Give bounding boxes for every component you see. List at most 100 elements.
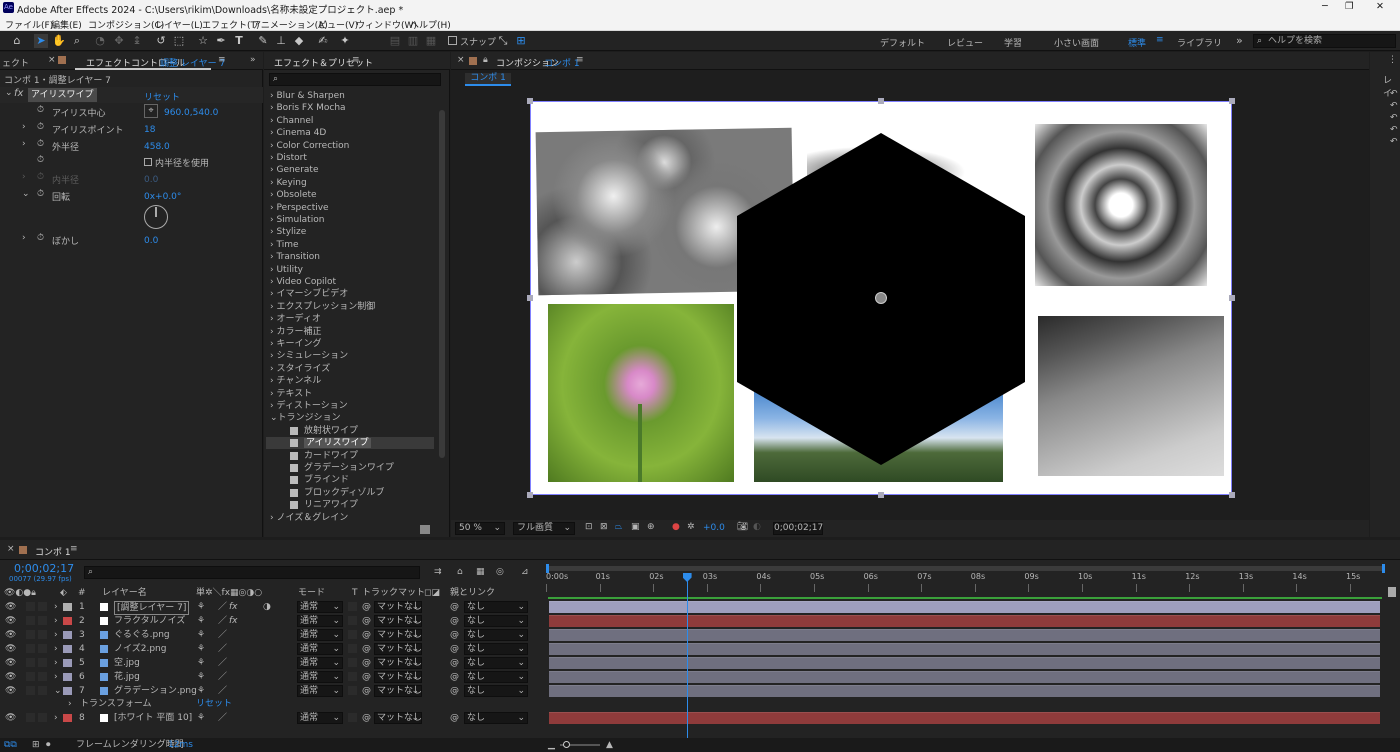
close-button[interactable]: ✕: [1376, 1, 1384, 12]
prop-value[interactable]: 458.0: [144, 142, 170, 152]
stopwatch-icon[interactable]: ⏱: [37, 139, 44, 149]
menu-composition[interactable]: コンポジション(C): [88, 18, 164, 31]
shy-switch-icon[interactable]: ⚘: [197, 670, 205, 684]
lock-box[interactable]: [38, 616, 47, 625]
layer-track-bar[interactable]: [549, 657, 1380, 669]
track-matte-dropdown[interactable]: マットなし ⌄: [374, 629, 422, 641]
effects-search-input[interactable]: ⌕: [269, 73, 441, 86]
track-matte-dropdown[interactable]: マットなし ⌄: [374, 615, 422, 627]
matte-pickwhip-icon[interactable]: @: [362, 656, 371, 670]
preserve-transparency-box[interactable]: [348, 686, 357, 695]
layer-row[interactable]: 👁︎ › 4 ノイズ2.png ⚘ ／通常 ⌄ @ マットなし ⌄ @ なし ⌄: [0, 642, 546, 656]
matte-pickwhip-icon[interactable]: @: [362, 628, 371, 642]
effect-category-open[interactable]: ⌄トランジション: [270, 412, 341, 424]
handle-br[interactable]: [1229, 492, 1235, 498]
lock-box[interactable]: [38, 713, 47, 722]
prop-value[interactable]: 960.0,540.0: [164, 108, 218, 118]
expand-arrow-icon[interactable]: ›: [54, 628, 58, 642]
parent-dropdown[interactable]: なし ⌄: [464, 671, 528, 683]
frame-blending-icon[interactable]: ▦: [476, 567, 485, 577]
stopwatch-icon[interactable]: ⏱: [37, 189, 44, 199]
effect-category[interactable]: › スタイライズ: [270, 363, 330, 375]
effect-category[interactable]: › イマーシブビデオ: [270, 288, 348, 300]
effect-category[interactable]: › Video Copilot: [270, 276, 336, 288]
shape-tool-icon[interactable]: ☆: [196, 34, 210, 48]
selection-tool-icon[interactable]: ➤: [34, 34, 48, 48]
handle-tl[interactable]: [527, 98, 533, 104]
layer-search-input[interactable]: ⌕: [84, 566, 420, 579]
track-matte-dropdown[interactable]: マットなし ⌄: [374, 671, 422, 683]
track-matte-dropdown[interactable]: マットなし ⌄: [374, 643, 422, 655]
layer-track-bar[interactable]: [549, 643, 1380, 655]
layer-track-bar[interactable]: [549, 712, 1380, 724]
prop-value[interactable]: 0.0: [144, 236, 158, 246]
expand-arrow-icon[interactable]: ›: [54, 670, 58, 684]
zoom-tool-icon[interactable]: ⌕: [70, 34, 84, 48]
column-layer-name[interactable]: レイヤー名: [102, 586, 147, 600]
mode-dropdown[interactable]: 通常 ⌄: [297, 671, 343, 683]
work-area-bar[interactable]: [546, 566, 1384, 571]
effect-category[interactable]: › ディストーション: [270, 400, 348, 412]
mode-dropdown[interactable]: 通常 ⌄: [297, 601, 343, 613]
panel-menu-icon[interactable]: ⋮: [1388, 55, 1397, 65]
color-channel-icon[interactable]: ●: [672, 522, 680, 532]
parent-dropdown[interactable]: なし ⌄: [464, 712, 528, 724]
text-tool-icon[interactable]: T: [232, 34, 246, 48]
dolly-tool-icon[interactable]: ↨: [130, 34, 144, 48]
matte-pickwhip-icon[interactable]: @: [362, 684, 371, 698]
panel-menu-icon[interactable]: ≡: [352, 55, 360, 65]
mask-visibility-icon[interactable]: ⏢: [615, 522, 622, 532]
transition-effect-item[interactable]: ブラインド: [266, 474, 434, 486]
eye-icon[interactable]: 👁︎: [5, 711, 16, 725]
swirl-image[interactable]: [1035, 124, 1207, 286]
exposure-value[interactable]: +0.0: [703, 523, 725, 533]
layer-row[interactable]: 👁︎ › 8 [ホワイト 平面 10] ⚘ ／通常 ⌄ @ マットなし ⌄ @ なし ⌄: [0, 711, 546, 725]
solo-box[interactable]: [26, 713, 35, 722]
expand-arrow-icon[interactable]: ›: [22, 139, 26, 149]
parent-dropdown[interactable]: なし ⌄: [464, 685, 528, 697]
eye-icon[interactable]: 👁︎: [5, 642, 16, 656]
resolution-dropdown[interactable]: フル画質 ⌄: [513, 522, 575, 535]
help-search-input[interactable]: ⌕ ヘルプを検索: [1253, 34, 1396, 48]
effect-category[interactable]: › Transition: [270, 251, 320, 263]
hand-tool-icon[interactable]: ✋: [52, 34, 66, 48]
preserve-transparency-box[interactable]: [348, 713, 357, 722]
layer-label-color[interactable]: [63, 714, 72, 722]
track-matte-dropdown[interactable]: マットなし ⌄: [374, 601, 422, 613]
workspace-default[interactable]: デフォルト: [880, 36, 925, 49]
parent-pickwhip-icon[interactable]: @: [450, 656, 459, 670]
lock-box[interactable]: [38, 630, 47, 639]
preserve-transparency-box[interactable]: [348, 616, 357, 625]
footer-toggle-icons[interactable]: ⧉⧉: [4, 738, 17, 752]
effect-category[interactable]: › カラー補正: [270, 326, 321, 338]
shy-switch-icon[interactable]: ⚘: [197, 600, 205, 614]
transition-effect-item[interactable]: リニアワイプ: [266, 499, 434, 511]
preserve-transparency-box[interactable]: [348, 630, 357, 639]
effect-category[interactable]: › オーディオ: [270, 313, 321, 325]
footer-icon-4[interactable]: ⏺: [46, 738, 51, 752]
show-snapshot-icon[interactable]: ◐: [753, 522, 761, 532]
flower-image[interactable]: [548, 304, 734, 482]
comp-subtab[interactable]: コンポ 1: [465, 73, 511, 86]
effect-category[interactable]: › Keying: [270, 177, 307, 189]
panel-expand-icon[interactable]: »: [250, 55, 256, 65]
timeline-timecode[interactable]: 0;00;02;17: [14, 562, 74, 575]
panel-menu-icon[interactable]: ≡: [576, 55, 584, 65]
track-matte-dropdown[interactable]: マットなし ⌄: [374, 657, 422, 669]
snap-grid-icon[interactable]: ⊞: [514, 34, 528, 48]
effect-category[interactable]: › シミュレーション: [270, 350, 348, 362]
eye-icon[interactable]: 👁︎: [5, 656, 16, 670]
composition-tab-name[interactable]: コンポ 1: [544, 56, 580, 69]
quality-switch-icon[interactable]: ／: [218, 628, 227, 642]
lock-icon[interactable]: 🔒︎: [483, 55, 488, 65]
effect-reset-link[interactable]: リセット: [144, 90, 180, 103]
effect-category[interactable]: › Time: [270, 239, 299, 251]
quality-switch-icon[interactable]: ／: [218, 642, 227, 656]
fx-switch-icon[interactable]: fx: [229, 600, 238, 614]
lock-box[interactable]: [38, 644, 47, 653]
menu-file[interactable]: ファイル(F): [5, 18, 53, 31]
align-right-icon[interactable]: ▦: [424, 34, 438, 48]
effect-category[interactable]: › Obsolete: [270, 189, 317, 201]
menu-layer[interactable]: レイヤー(L): [155, 18, 203, 31]
layer-row[interactable]: 👁︎ › 1 [調整レイヤー 7] ⚘ ／ fx ◑ 通常 ⌄ @ マットなし ⌄ @ なし ⌄: [0, 600, 546, 615]
